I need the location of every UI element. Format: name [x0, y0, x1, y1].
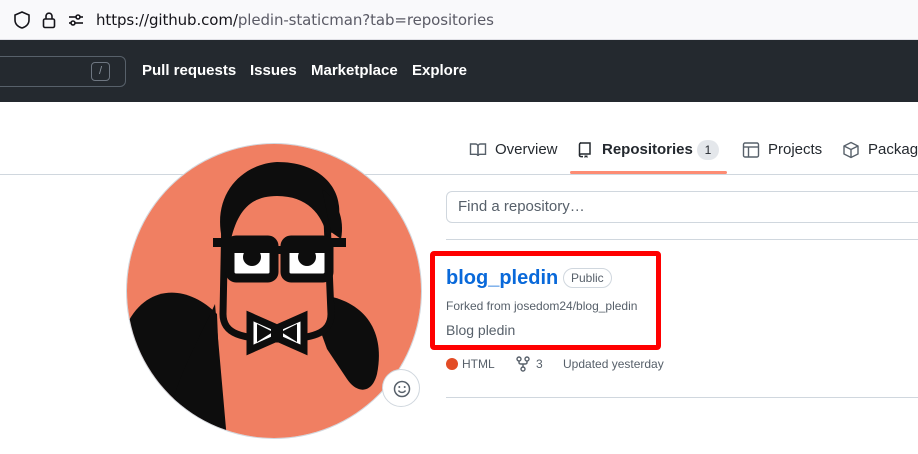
repositories-count-badge: 1 [697, 140, 719, 160]
tab-overview[interactable]: Overview [469, 138, 564, 162]
tab-repositories-label: Repositories [602, 141, 693, 158]
repo-language: HTML [462, 357, 495, 371]
fork-icon[interactable] [516, 356, 530, 372]
permissions-icon[interactable] [66, 10, 86, 30]
forked-from-link[interactable]: Forked from josedom24/blog_pledin [446, 298, 637, 314]
repo-forks-count[interactable]: 3 [536, 356, 543, 372]
repo-description: Blog pledin [446, 322, 516, 338]
book-icon [469, 143, 487, 157]
find-repository-field[interactable] [446, 191, 918, 223]
tab-packages-label: Packages [868, 141, 918, 158]
language-color-dot [446, 358, 458, 370]
avatar-illustration [127, 144, 421, 438]
browser-address-bar: https://github.com/pledin-staticman?tab=… [0, 0, 918, 40]
repo-icon [578, 142, 591, 158]
url-field[interactable]: https://github.com/pledin-staticman?tab=… [96, 10, 494, 30]
find-repository-input[interactable] [458, 198, 898, 215]
tab-projects[interactable]: Projects [742, 138, 827, 162]
url-path: pledin-staticman?tab=repositories [237, 11, 494, 29]
shield-icon[interactable] [12, 10, 32, 30]
nav-pull-requests[interactable]: Pull requests [142, 61, 236, 81]
github-header: / Pull requests Issues Marketplace Explo… [0, 40, 918, 102]
tab-packages[interactable]: Packages [842, 138, 918, 162]
package-icon [843, 141, 859, 159]
tab-overview-label: Overview [495, 141, 558, 158]
repo-name-link[interactable]: blog_pledin [446, 266, 558, 290]
repo-list-divider [446, 397, 918, 398]
repo-updated: Updated yesterday [563, 357, 664, 371]
visibility-badge: Public [563, 268, 612, 288]
tab-projects-label: Projects [768, 141, 823, 158]
header-search-input[interactable]: / [0, 56, 126, 87]
lock-icon[interactable] [39, 10, 59, 30]
nav-explore[interactable]: Explore [412, 61, 467, 81]
nav-marketplace[interactable]: Marketplace [311, 61, 398, 81]
repos-filter-divider [446, 239, 918, 240]
search-shortcut-key: / [91, 62, 110, 81]
tabs-divider [0, 174, 918, 175]
table-icon [742, 142, 760, 158]
nav-issues[interactable]: Issues [250, 61, 297, 81]
set-status-button[interactable] [382, 369, 420, 407]
url-host: https://github.com/ [96, 11, 238, 29]
profile-avatar[interactable] [126, 143, 422, 439]
smiley-icon [393, 380, 411, 398]
